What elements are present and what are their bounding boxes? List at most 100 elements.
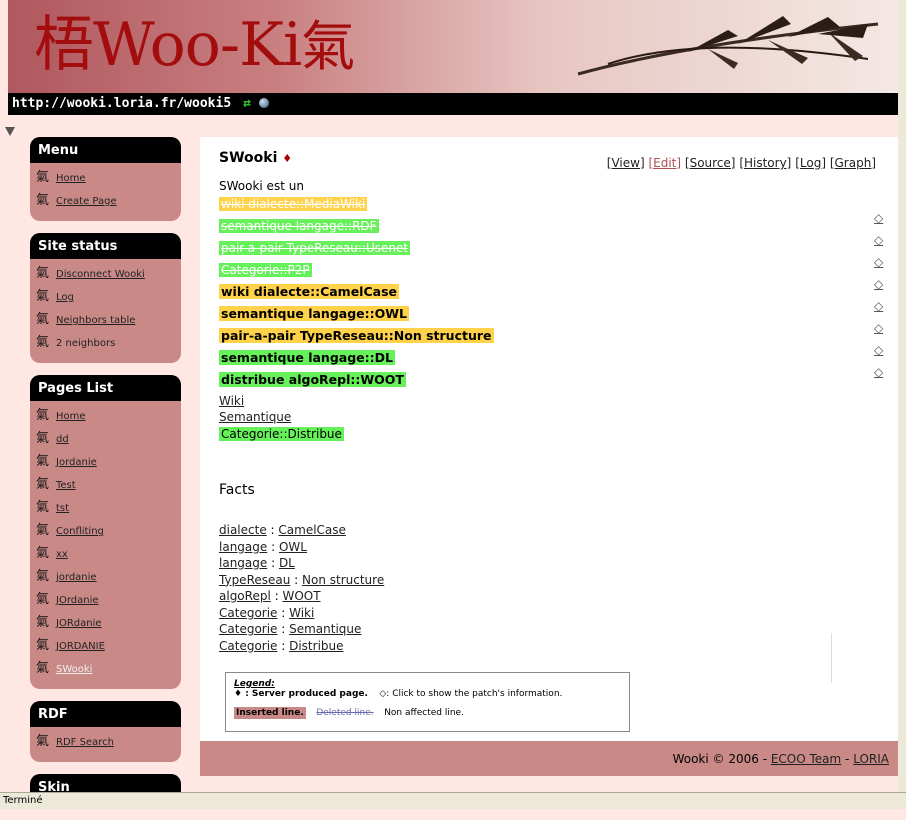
sidebar-item-neighbors-table[interactable]: 氣 Neighbors table [36, 309, 181, 332]
page-link[interactable]: JOrdanie [56, 595, 99, 606]
patch-info-icon[interactable]: ◇ [874, 361, 883, 383]
sidebar-link[interactable]: Neighbors table [56, 315, 135, 326]
fact-value-link[interactable]: Semantique [289, 622, 361, 636]
sidebar-link[interactable]: Disconnect Wooki [56, 269, 145, 280]
page-link[interactable]: jordanie [56, 572, 97, 583]
site-status-box: Site status 氣 Disconnect Wooki 氣 Log 氣 Neig… [30, 233, 181, 363]
fact-value-link[interactable]: DL [279, 556, 295, 570]
fact-row: algoRepl : WOOT [219, 588, 384, 605]
page-list-item[interactable]: 氣 JOrdanie [36, 589, 181, 612]
page-link[interactable]: Test [56, 480, 76, 491]
source-link[interactable]: [Source] [685, 156, 736, 170]
sidebar-item-create-page[interactable]: 氣 Create Page [36, 190, 181, 213]
globe-icon [258, 98, 269, 108]
fact-value-link[interactable]: WOOT [282, 589, 320, 603]
page-list-item[interactable]: 氣 JORdanie [36, 612, 181, 635]
wooki-kanji-icon: 氣 [36, 638, 50, 653]
wooki-kanji-icon: 氣 [36, 193, 50, 208]
sidebar-link[interactable]: Create Page [56, 196, 117, 207]
page-list-item[interactable]: 氣 JORDANIE [36, 635, 181, 658]
wooki-kanji-icon: 氣 [36, 335, 50, 350]
fact-value-link[interactable]: Wiki [289, 606, 314, 620]
sidebar-link[interactable]: Home [56, 173, 86, 184]
wooki-kanji-icon: 氣 [36, 289, 50, 304]
fact-property-link[interactable]: dialecte [219, 523, 267, 537]
wooki-kanji-icon: 氣 [36, 661, 50, 676]
collapse-triangle-icon[interactable] [5, 127, 15, 136]
sidebar-item-neighbors-count: 氣 2 neighbors [36, 332, 181, 355]
page-list-item[interactable]: 氣 Test [36, 474, 181, 497]
site-status-title: Site status [30, 233, 181, 259]
page-link[interactable]: JORDANIE [56, 641, 105, 652]
fact-value-link[interactable]: Distribue [289, 639, 343, 653]
wooki-kanji-icon: 氣 [36, 546, 50, 561]
page-list-item[interactable]: 氣 Home [36, 405, 181, 428]
semantique-link[interactable]: Semantique [219, 410, 291, 424]
fact-property-link[interactable]: Categorie [219, 622, 277, 636]
page-link[interactable]: Jordanie [56, 457, 97, 468]
fact-value-link[interactable]: CamelCase [278, 523, 346, 537]
page-link[interactable]: JORdanie [56, 618, 102, 629]
site-url[interactable]: http://wooki.loria.fr/wooki5 [12, 96, 231, 111]
patch-info-icon[interactable]: ◇ [874, 339, 883, 361]
page-list-item-current[interactable]: 氣 SWooki [36, 658, 181, 681]
history-link[interactable]: [History] [739, 156, 791, 170]
scrollbar[interactable] [898, 0, 906, 792]
fact-property-link[interactable]: langage [219, 556, 267, 570]
page-list-item[interactable]: 氣 Jordanie [36, 451, 181, 474]
sidebar-item-home[interactable]: 氣 Home [36, 167, 181, 190]
patch-info-icon[interactable]: ◇ [874, 251, 883, 273]
fact-property-link[interactable]: TypeReseau [219, 573, 290, 587]
page-list-item[interactable]: 氣 dd [36, 428, 181, 451]
page-body: SWooki est un wiki dialecte::MediaWiki s… [219, 177, 494, 447]
patch-info-icon[interactable]: ◇ [874, 207, 883, 229]
fact-property-link[interactable]: Categorie [219, 606, 277, 620]
wooki-kanji-icon: 氣 [36, 312, 50, 327]
wooki-logo[interactable]: 梧Woo-Ki氣 [34, 10, 355, 82]
legend-server-produced: ♦ : Server produced page. [234, 689, 368, 699]
page-link[interactable]: tst [56, 503, 69, 514]
page-list-item[interactable]: 氣 jordanie [36, 566, 181, 589]
fact-property-link[interactable]: langage [219, 540, 267, 554]
ecoo-team-link[interactable]: ECOO Team [771, 752, 841, 766]
page-link[interactable]: xx [56, 549, 68, 560]
page-list-item[interactable]: 氣 xx [36, 543, 181, 566]
page-list-item[interactable]: 氣 Confliting [36, 520, 181, 543]
menu-title: Menu [30, 137, 181, 163]
edit-link[interactable]: [Edit] [648, 156, 681, 170]
fact-property-link[interactable]: algoRepl [219, 589, 271, 603]
rdf-title: RDF [30, 701, 181, 727]
wiki-link[interactable]: Wiki [219, 394, 244, 408]
patch-info-icon[interactable]: ◇ [874, 273, 883, 295]
page-link[interactable]: Confliting [56, 526, 104, 537]
patch-info-icon[interactable]: ◇ [874, 229, 883, 251]
sidebar-link[interactable]: RDF Search [56, 737, 114, 748]
pages-list-box: Pages List 氣 Home 氣 dd 氣 Jordanie 氣 Test 氣 ts… [30, 375, 181, 689]
fact-row: Categorie : Semantique [219, 621, 384, 638]
sidebar-item-log[interactable]: 氣 Log [36, 286, 181, 309]
page-link-current[interactable]: SWooki [56, 664, 92, 675]
fact-value-link[interactable]: Non structure [302, 573, 384, 587]
page-list-item[interactable]: 氣 tst [36, 497, 181, 520]
page-actions: [View] [Edit] [Source] [History] [Log] [… [607, 156, 876, 170]
wooki-kanji-icon: 氣 [36, 615, 50, 630]
fact-property-link[interactable]: Categorie [219, 639, 277, 653]
wooki-kanji-icon: 氣 [36, 170, 50, 185]
sidebar-item-rdf-search[interactable]: 氣 RDF Search [36, 731, 181, 754]
loria-link[interactable]: LORIA [853, 752, 889, 766]
view-link[interactable]: [View] [607, 156, 645, 170]
fact-separator: : [270, 589, 283, 603]
patch-info-icon[interactable]: ◇ [874, 295, 883, 317]
fact-row: langage : DL [219, 555, 384, 572]
sidebar-item-disconnect[interactable]: 氣 Disconnect Wooki [36, 263, 181, 286]
patch-info-icon[interactable]: ◇ [874, 317, 883, 339]
page-link[interactable]: Home [56, 411, 86, 422]
page-link[interactable]: dd [56, 434, 69, 445]
facts-heading: Facts [219, 482, 255, 498]
graph-link[interactable]: [Graph] [830, 156, 876, 170]
sidebar-link[interactable]: Log [56, 292, 74, 303]
log-link[interactable]: [Log] [795, 156, 826, 170]
fact-value-link[interactable]: OWL [279, 540, 307, 554]
server-produced-diamond-icon: ♦ [282, 152, 293, 165]
logo-kanji-suffix: 氣 [301, 15, 355, 78]
